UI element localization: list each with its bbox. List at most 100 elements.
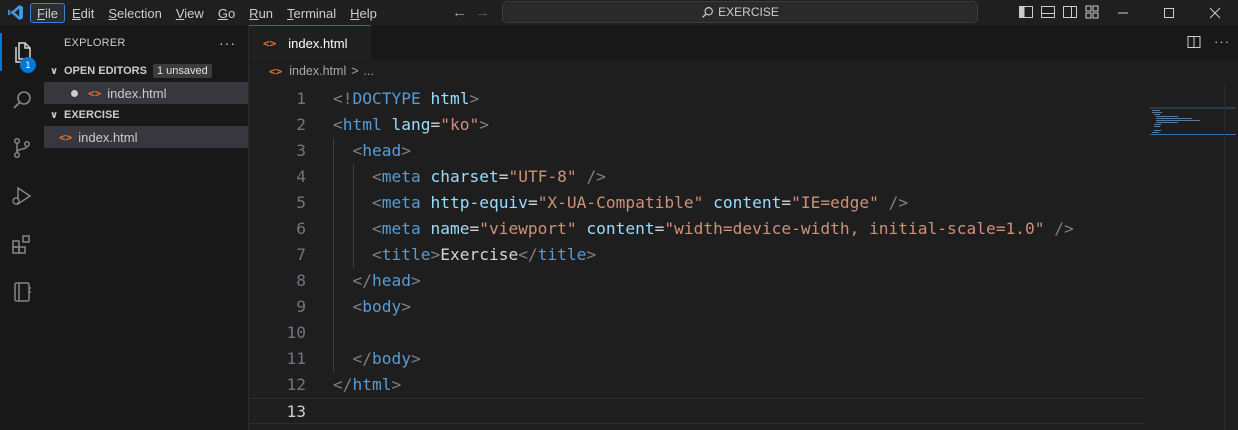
menu-mnemonic: H [350,5,360,21]
command-center-search[interactable]: EXERCISE [502,1,978,23]
code-line[interactable]: 3 <head> [249,138,1144,164]
code-line[interactable]: 7 <title>Exercise</title> [249,242,1144,268]
open-editors-section[interactable]: ∨ OPEN EDITORS 1 unsaved [44,60,248,82]
code-line[interactable]: 10 [249,320,1144,346]
code-line[interactable]: 12 </html> [249,372,1144,398]
token-br: < [352,141,363,160]
run-debug-icon [12,186,32,206]
token-tag: body [362,297,402,316]
line-number: 10 [286,323,307,342]
menu-view[interactable]: View [169,3,211,23]
token-txt: = [430,115,441,134]
activity-notebook[interactable] [0,269,44,315]
code-line[interactable]: 4 <meta charset="UTF-8" /> [249,164,1144,190]
token-br: </ [352,349,373,368]
toggle-panel-icon[interactable] [1040,4,1056,20]
toggle-primary-sidebar-icon[interactable] [1018,4,1034,20]
maximize-button[interactable] [1146,0,1192,25]
menu-label-rest: o [227,5,236,21]
menu-selection[interactable]: Selection [101,3,168,23]
activity-explorer[interactable]: 1 [0,29,44,75]
tab-bar: <> index.html ··· [249,25,1238,60]
token-br: > [479,115,489,134]
open-editors-label: OPEN EDITORS [64,65,147,77]
more-actions-icon[interactable]: ··· [1214,34,1230,50]
token-txt: = [781,193,792,212]
menu-bar: File Edit Selection View Go Run Terminal Help [30,0,384,25]
activity-source-control[interactable] [0,125,44,171]
line-source: <meta name="viewport" content="width=dev… [333,216,1074,242]
tab-index-html[interactable]: <> index.html [249,25,371,60]
activity-extensions[interactable] [0,221,44,267]
token-br: < [371,219,382,238]
navigation-arrows: ← → [452,3,490,21]
activity-run-debug[interactable] [0,173,44,219]
activity-bar: 1 [0,25,44,430]
close-icon [1209,7,1221,18]
token-tag: html [342,115,382,134]
forward-arrow-icon[interactable]: → [475,4,490,21]
file-tree-filename: index.html [78,129,138,145]
line-number: 6 [296,219,306,238]
line-number: 5 [296,193,306,212]
code-line[interactable]: 9 <body> [249,294,1144,320]
split-editor-icon[interactable] [1186,34,1202,50]
line-number: 7 [296,245,306,264]
code-line[interactable]: 8 </head> [249,268,1144,294]
more-actions-icon[interactable]: ··· [219,35,236,51]
menu-edit[interactable]: Edit [65,3,101,23]
token-br: < [352,297,363,316]
token-tag: html [352,375,392,394]
token-tag: head [372,271,411,290]
file-tree-item[interactable]: <> index.html [44,126,248,148]
menu-terminal[interactable]: Terminal [280,3,343,23]
title-bar: File Edit Selection View Go Run Terminal Help ←… [0,0,1238,25]
activity-search[interactable] [0,77,44,123]
explorer-sidebar: EXPLORER ··· ∨ OPEN EDITORS 1 unsaved <>… [44,25,249,430]
vertical-scrollbar[interactable] [1224,85,1238,430]
open-editor-item[interactable]: <> index.html [44,82,248,104]
menu-run[interactable]: Run [242,3,280,23]
tab-label: index.html [288,35,348,51]
source-control-icon [13,137,31,159]
menu-label-rest: elp [359,5,377,21]
token-br: > [410,349,421,368]
back-arrow-icon[interactable]: ← [452,4,467,21]
code-line[interactable]: 1 <!DOCTYPE html> [249,86,1144,112]
line-number: 2 [296,115,306,134]
breadcrumb-file[interactable]: index.html [289,64,346,78]
line-source: <meta charset="UTF-8" /> [333,164,606,190]
menu-go[interactable]: Go [211,3,242,23]
menu-label-rest: dit [80,5,95,21]
search-icon [13,91,31,109]
close-window-button[interactable] [1192,0,1238,25]
token-br: < [333,115,343,134]
customize-layout-icon[interactable] [1084,4,1100,20]
token-br: </ [352,271,373,290]
window-controls [1100,0,1238,25]
unsaved-dot-icon[interactable] [71,89,78,97]
folder-section[interactable]: ∨ EXERCISE [44,104,248,126]
menu-file[interactable]: File [30,2,65,23]
toggle-secondary-sidebar-icon[interactable] [1062,4,1078,20]
token-str: "width=device-width, initial-scale=1.0" [664,219,1045,238]
breadcrumb: <> index.html > ... [249,60,1238,82]
token-br: > [391,375,402,394]
html-file-icon: <> [59,130,73,144]
code-line[interactable]: 11 </body> [249,346,1144,372]
code-line[interactable]: 13 [249,398,1144,424]
minimize-button[interactable] [1100,0,1146,25]
code-line[interactable]: 5 <meta http-equiv="X-UA-Compatible" con… [249,190,1144,216]
code-line[interactable]: 2 <html lang="ko"> [249,112,1144,138]
token-br: < [371,245,382,264]
menu-help[interactable]: Help [343,3,384,23]
code-line[interactable]: 6 <meta name="viewport" content="width=d… [249,216,1144,242]
menu-mnemonic: G [217,5,228,21]
breadcrumb-more[interactable]: ... [364,64,374,78]
